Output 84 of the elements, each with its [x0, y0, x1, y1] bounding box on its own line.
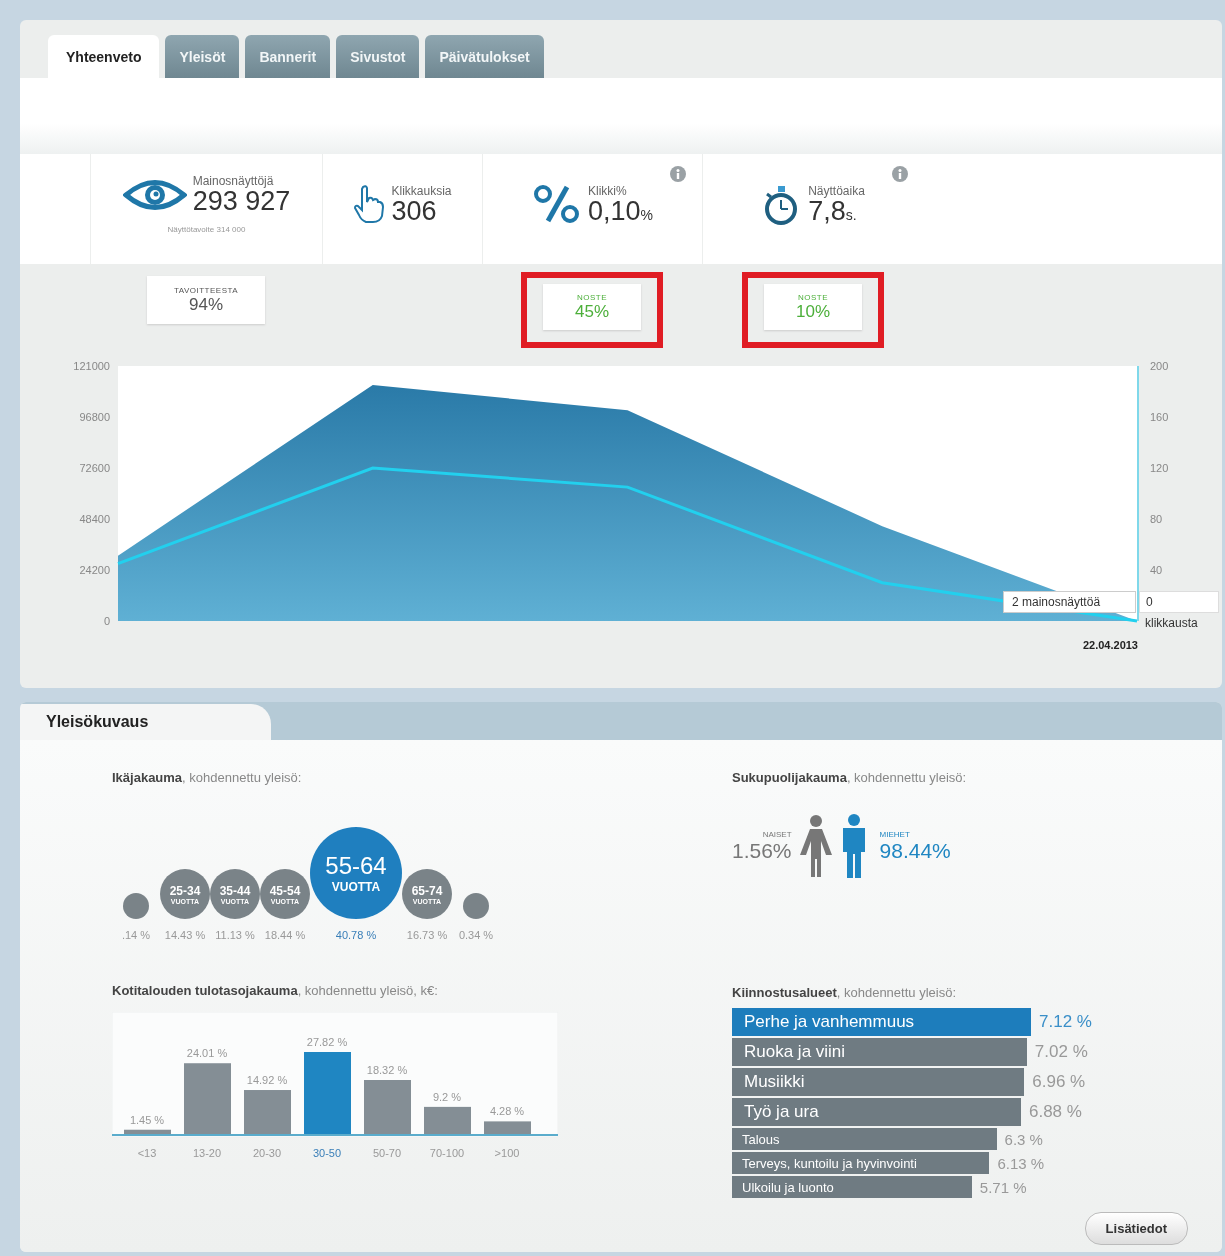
- interest-share: 7.02 %: [1034, 1042, 1088, 1062]
- axis-label: 40: [1150, 564, 1163, 576]
- interest-share: 6.96 %: [1032, 1072, 1086, 1092]
- axis-label: 72600: [79, 462, 110, 474]
- hand-icon: [353, 184, 386, 224]
- woman-icon: [797, 815, 834, 877]
- interest-share: 5.71 %: [979, 1178, 1027, 1196]
- info-icon[interactable]: [892, 166, 908, 182]
- chart-tooltip: 2 mainosnäyttöä: [1003, 591, 1136, 613]
- bar-value: 18.32 %: [366, 1064, 408, 1076]
- age-bubble: 55-64 VUOTTA: [310, 827, 402, 919]
- category-label: 20-30: [252, 1147, 282, 1159]
- section-title: Sukupuolijakauma, kohdennettu yleisö:: [732, 770, 968, 785]
- info-icon[interactable]: [670, 166, 686, 182]
- axis-label: 200: [1150, 360, 1169, 372]
- stat-value: 7,8s.: [808, 197, 857, 225]
- interest-label: Työ ja ura: [744, 1102, 819, 1122]
- interest-label: Terveys, kuntoilu ja hyvinvointi: [742, 1155, 917, 1171]
- axis-label: 120: [1150, 462, 1169, 474]
- bar-value: 27.82 %: [306, 1036, 348, 1048]
- stat-badge: NOSTE 10%: [764, 284, 862, 330]
- interest-label: Talous: [742, 1131, 780, 1147]
- axis-label: 160: [1150, 411, 1169, 423]
- date-label: 22.04.2013: [1082, 639, 1138, 651]
- bar-value: 1.45 %: [129, 1113, 165, 1126]
- stat-badge: TAVOITTEESTA 94%: [147, 276, 265, 324]
- category-label: 50-70: [372, 1147, 402, 1159]
- stat-value: 0,10%: [588, 197, 653, 225]
- gender-share: 98.44%: [879, 838, 951, 863]
- tab[interactable]: Yleisöt: [165, 35, 240, 78]
- stat-value: 306: [391, 197, 438, 225]
- stat-value: 293 927: [192, 188, 291, 215]
- eye-icon: [122, 177, 187, 212]
- stat-label: Klikki%: [588, 183, 628, 198]
- axis-label: 80: [1150, 513, 1163, 525]
- axis-label: 48400: [79, 513, 110, 525]
- category-label: <13: [137, 1147, 157, 1159]
- interest-share: 6.13 %: [997, 1154, 1045, 1172]
- age-share: 18.44 %: [264, 929, 306, 941]
- category-label: 30-50: [312, 1147, 342, 1159]
- category-label: 13-20: [192, 1147, 222, 1159]
- section-title: Kotitalouden tulotasojakauma, kohdennettu yleisö, k€:: [112, 983, 439, 998]
- age-share: 16.73 %: [406, 929, 448, 941]
- more-button[interactable]: Lisätiedot: [1084, 1212, 1188, 1245]
- tooltip-label: klikkausta: [1145, 616, 1198, 630]
- section-tab[interactable]: Yleisökuvaus: [20, 704, 271, 740]
- section-title: Ikäjakauma, kohdennettu yleisö:: [112, 770, 303, 785]
- axis-label: 0: [103, 615, 110, 627]
- tab[interactable]: Bannerit: [245, 35, 331, 78]
- tab[interactable]: Yhteenveto: [48, 35, 160, 78]
- age-share: 14.43 %: [164, 929, 206, 941]
- gender-label: NAISET: [762, 829, 792, 839]
- bar-value: 14.92 %: [246, 1074, 288, 1086]
- interest-label: Musiikki: [744, 1072, 805, 1092]
- age-share: 40.78 %: [335, 929, 377, 941]
- stat-note: Näyttötavoite 314 000: [167, 225, 246, 234]
- stat-label: Klikkauksia: [391, 183, 452, 198]
- gender-label: MIEHET: [879, 829, 911, 839]
- axis-label: 24200: [79, 564, 110, 576]
- tab[interactable]: Päivätulokset: [425, 35, 544, 78]
- percent-icon: [532, 184, 582, 224]
- interest-label: Perhe ja vanhemmuus: [744, 1012, 915, 1032]
- axis-label: 121000: [73, 360, 110, 372]
- bar-value: 4.28 %: [489, 1105, 525, 1118]
- interest-share: 6.88 %: [1028, 1102, 1082, 1122]
- category-label: >100: [494, 1147, 520, 1159]
- stat-badge: NOSTE 45%: [543, 284, 641, 330]
- interest-share: 7.12 %: [1039, 1012, 1092, 1032]
- interest-share: 6.3 %: [1004, 1130, 1043, 1148]
- section-title: Kiinnostusalueet, kohdennettu yleisö:: [732, 985, 957, 1000]
- gender-share: 1.56%: [732, 838, 792, 863]
- tab[interactable]: Sivustot: [336, 35, 420, 78]
- axis-label: 96800: [79, 411, 110, 423]
- age-share: 11.13 %: [215, 929, 255, 941]
- stat-label: Mainosnäyttöjä: [192, 174, 275, 188]
- interest-label: Ruoka ja viini: [744, 1042, 846, 1062]
- age-share: 0.34 %: [458, 929, 494, 941]
- interest-label: Ulkoilu ja luonto: [742, 1179, 834, 1195]
- chart-tooltip: 0: [1139, 591, 1219, 613]
- stat-label: Näyttöaika: [808, 183, 865, 198]
- age-share: .14 %: [121, 929, 151, 941]
- bar-value: 24.01 %: [186, 1047, 228, 1060]
- bar-value: 9.2 %: [432, 1090, 462, 1103]
- category-label: 70-100: [429, 1147, 465, 1159]
